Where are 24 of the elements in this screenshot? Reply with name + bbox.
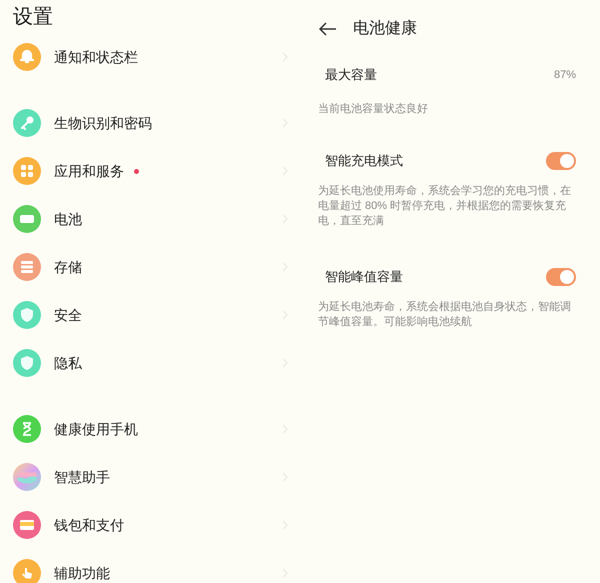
settings-item[interactable]: 健康使用手机 [54,418,138,440]
settings-item[interactable]: 隐私 [54,352,82,374]
option-description: 为延长电池使用寿命，系统会学习您的充电习惯，在电量超过 80% 时暂停充电，并根据您的需要恢复充电，直至充满 [318,184,572,228]
page-title: 设置 [12,5,53,30]
settings-item[interactable]: 智慧助手 [54,466,110,488]
setting-label: 智能充电模式 [325,152,403,170]
toggle-switch[interactable] [546,152,576,170]
capacity-value: 87% [554,68,576,83]
settings-item[interactable]: 辅助功能 [54,562,110,583]
settings-item[interactable]: 通知和状态栏 [54,46,138,68]
settings-icon [13,463,41,491]
settings-item[interactable]: 应用和服务 [54,160,124,182]
status-text: 当前电池容量状态良好 [318,102,428,117]
toggle-switch[interactable] [546,268,576,286]
settings-item[interactable]: 电池 [54,208,82,230]
page-title: 电池健康 [353,18,417,39]
option-description: 为延长电池寿命，系统会根据电池自身状态，智能调节峰值容量。可能影响电池续航 [318,300,572,330]
setting-label: 最大容量 [325,66,377,84]
settings-item[interactable]: 存储 [54,256,82,278]
settings-item[interactable]: 生物识别和密码 [54,112,152,134]
settings-item[interactable]: 安全 [54,304,82,326]
setting-label: 智能峰值容量 [325,268,403,286]
back-button[interactable] [319,20,337,38]
settings-item[interactable]: 钱包和支付 [54,514,124,536]
